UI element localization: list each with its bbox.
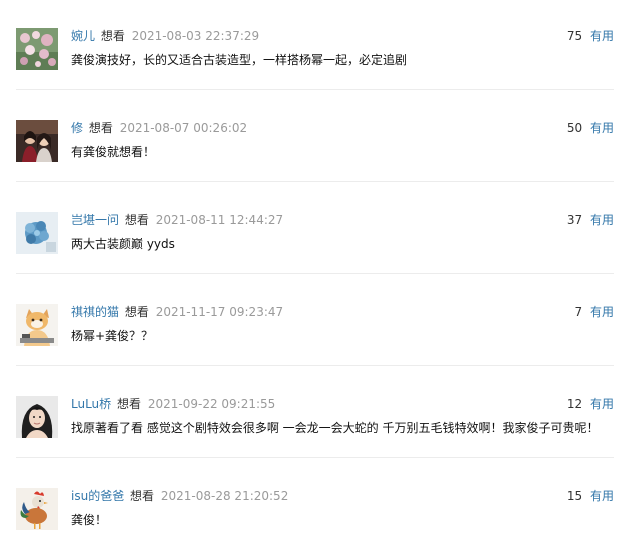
comment-timestamp: 2021-08-11 12:44:27	[155, 213, 284, 227]
comment-text: 找原著看了看 感觉这个剧特效会很多啊 一会龙一会大蛇的 千万别五毛钱特效啊！我家…	[71, 421, 599, 435]
divider	[16, 457, 614, 458]
divider	[16, 181, 614, 182]
portrait-avatar-icon[interactable]	[16, 396, 58, 438]
comment-meta: isu的爸爸 想看 2021-08-28 21:20:52	[71, 488, 288, 504]
useful-button[interactable]: 有用	[590, 489, 614, 503]
comment-text: 龚俊！	[71, 513, 108, 527]
rooster-avatar-icon[interactable]	[16, 488, 58, 530]
comment-meta: 修 想看 2021-08-07 00:26:02	[71, 120, 247, 136]
comment-status: 想看	[88, 121, 113, 135]
vote-area: 37 有用	[567, 212, 614, 228]
comment-item: 修 想看 2021-08-07 00:26:02 50 有用 有龚俊就想看！	[0, 92, 640, 184]
useful-button[interactable]: 有用	[590, 29, 614, 43]
comment-meta: 祺祺的猫 想看 2021-11-17 09:23:47	[71, 304, 283, 320]
comment-text: 龚俊演技好，长的又适合古装造型，一样搭杨幂一起，必定追剧	[71, 53, 408, 67]
flowers-avatar-icon[interactable]	[16, 28, 58, 70]
useful-button[interactable]: 有用	[590, 213, 614, 227]
useful-button[interactable]: 有用	[590, 121, 614, 135]
vote-count: 12	[566, 397, 583, 411]
comment-item: isu的爸爸 想看 2021-08-28 21:20:52 15 有用 龚俊！	[0, 460, 640, 552]
cat-avatar-icon[interactable]	[16, 304, 58, 346]
comment-username[interactable]: 修	[71, 121, 83, 135]
comment-timestamp: 2021-08-07 00:26:02	[119, 121, 248, 135]
vote-count: 37	[566, 213, 583, 227]
comment-item: 婉儿 想看 2021-08-03 22:37:29 75 有用 龚俊演技好，长的…	[0, 0, 640, 92]
comment-username[interactable]: 婉儿	[71, 29, 95, 43]
comment-status: 想看	[100, 29, 125, 43]
comment-status: 想看	[130, 489, 155, 503]
comment-item: 祺祺的猫 想看 2021-11-17 09:23:47 7 有用 杨幂+龚俊？？	[0, 276, 640, 368]
comment-username[interactable]: 祺祺的猫	[71, 305, 119, 319]
comment-meta: 岂堪一问 想看 2021-08-11 12:44:27	[71, 212, 283, 228]
comment-timestamp: 2021-09-22 09:21:55	[147, 397, 276, 411]
vote-count: 75	[566, 29, 583, 43]
divider	[16, 273, 614, 274]
comment-timestamp: 2021-08-03 22:37:29	[131, 29, 260, 43]
comment-username[interactable]: LuLu桥	[71, 397, 111, 411]
vote-area: 7 有用	[575, 304, 614, 320]
comment-status: 想看	[124, 213, 149, 227]
comment-username[interactable]: isu的爸爸	[71, 489, 124, 503]
vote-area: 50 有用	[567, 120, 614, 136]
comment-status: 想看	[124, 305, 149, 319]
comment-item: 岂堪一问 想看 2021-08-11 12:44:27 37 有用 两大古装颜巅…	[0, 184, 640, 276]
comment-meta: 婉儿 想看 2021-08-03 22:37:29	[71, 28, 259, 44]
blue-flower-avatar-icon[interactable]	[16, 212, 58, 254]
vote-area: 15 有用	[567, 488, 614, 504]
vote-area: 75 有用	[567, 28, 614, 44]
vote-count: 50	[566, 121, 583, 135]
comment-text: 杨幂+龚俊？？	[71, 329, 154, 343]
comment-meta: LuLu桥 想看 2021-09-22 09:21:55	[71, 396, 275, 412]
comment-text: 有龚俊就想看！	[71, 145, 156, 159]
useful-button[interactable]: 有用	[590, 397, 614, 411]
vote-area: 12 有用	[567, 396, 614, 412]
comment-item: LuLu桥 想看 2021-09-22 09:21:55 12 有用 找原著看了…	[0, 368, 640, 460]
vote-count: 7	[574, 305, 583, 319]
divider	[16, 365, 614, 366]
comment-timestamp: 2021-08-28 21:20:52	[160, 489, 289, 503]
vote-count: 15	[566, 489, 583, 503]
comment-list: 婉儿 想看 2021-08-03 22:37:29 75 有用 龚俊演技好，长的…	[0, 0, 640, 540]
comment-username[interactable]: 岂堪一问	[71, 213, 119, 227]
divider	[16, 89, 614, 90]
comment-status: 想看	[117, 397, 142, 411]
comment-timestamp: 2021-11-17 09:23:47	[155, 305, 284, 319]
couple-avatar-icon[interactable]	[16, 120, 58, 162]
useful-button[interactable]: 有用	[590, 305, 614, 319]
comment-text: 两大古装颜巅 yyds	[71, 237, 175, 251]
